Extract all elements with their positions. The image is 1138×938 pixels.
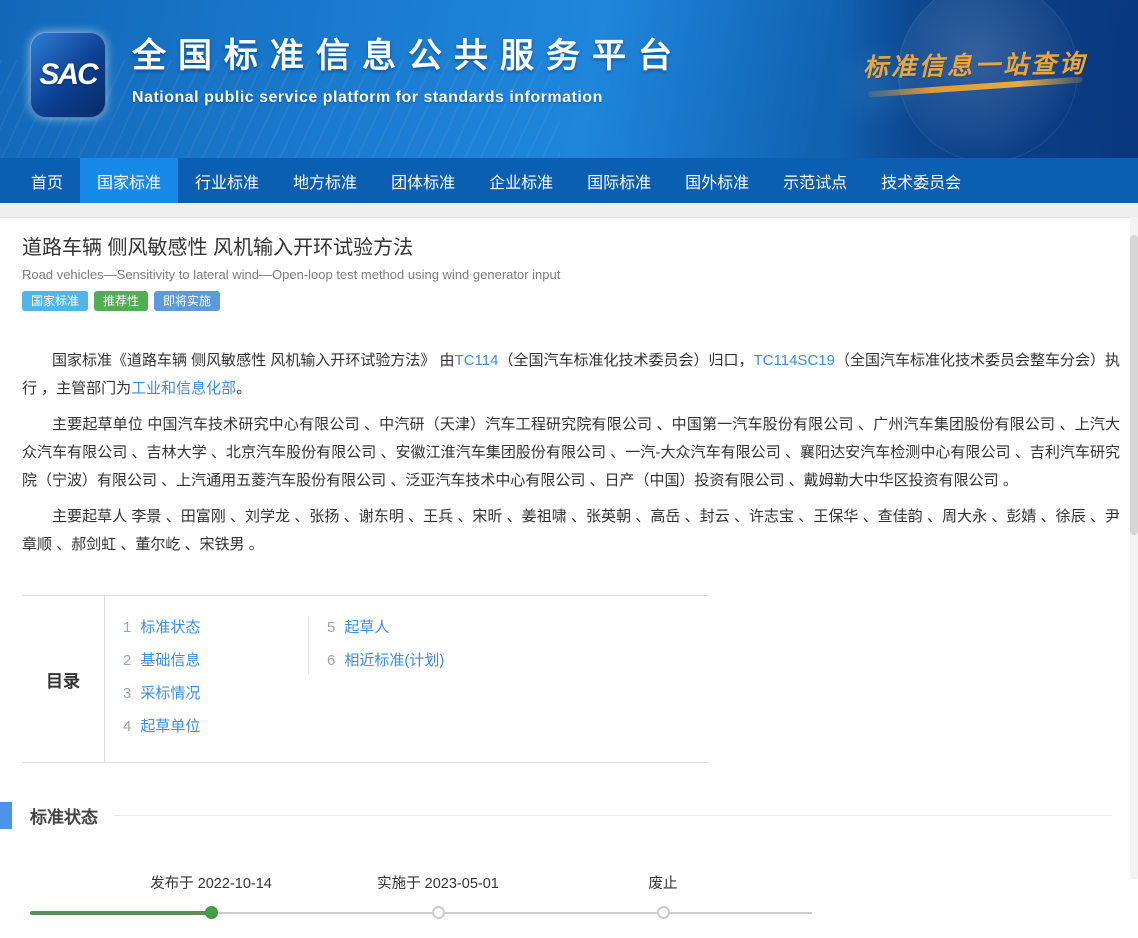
nav-item-technical-committees[interactable]: 技术委员会 bbox=[864, 158, 978, 203]
nav-item-foreign-standards[interactable]: 国外标准 bbox=[668, 158, 766, 203]
toc-item-drafting-units[interactable]: 4 起草单位 bbox=[123, 715, 308, 736]
toc-item-number: 2 bbox=[123, 652, 132, 670]
content-panel: 道路车辆 侧风敏感性 风机输入开环试验方法 Road vehicles—Sens… bbox=[0, 217, 1138, 920]
nav-item-industry-standards[interactable]: 行业标准 bbox=[178, 158, 276, 203]
toc-item-link[interactable]: 采标情况 bbox=[140, 685, 200, 702]
timeline-progress bbox=[30, 911, 211, 916]
status-section-header: 标准状态 bbox=[0, 802, 1120, 830]
toc-item-number: 6 bbox=[327, 652, 336, 670]
nav-item-pilot-programs[interactable]: 示范试点 bbox=[766, 158, 864, 203]
toc-columns: 1 标准状态 2 基础信息 3 采标情况 4 起草单位 5 起草人 6 相近标准(计划) bbox=[105, 596, 708, 762]
toc-item-link[interactable]: 基础信息 bbox=[140, 652, 200, 669]
timeline-node-abolished[interactable] bbox=[657, 906, 670, 920]
toc-box: 目录 1 标准状态 2 基础信息 3 采标情况 4 起草单位 5 起草人 6 相近标准(计划… bbox=[22, 595, 708, 764]
toc-column-1: 1 标准状态 2 基础信息 3 采标情况 4 起草单位 bbox=[123, 616, 308, 748]
toc-item-number: 3 bbox=[123, 685, 132, 703]
toc-item-link[interactable]: 起草单位 bbox=[140, 718, 200, 735]
tc114sc19-link[interactable]: TC114SC19 bbox=[754, 352, 835, 369]
site-header: SAC 全国标准信息公共服务平台 National public service… bbox=[0, 0, 1138, 158]
nav-item-international-standards[interactable]: 国际标准 bbox=[570, 158, 668, 203]
sac-logo-text: SAC bbox=[39, 58, 98, 91]
section-accent-bar bbox=[0, 802, 12, 830]
standard-title-zh: 道路车辆 侧风敏感性 风机输入开环试验方法 bbox=[22, 237, 414, 259]
toc-column-2: 5 起草人 6 相近标准(计划) bbox=[327, 616, 444, 748]
standard-title-en: Road vehicles—Sensitivity to lateral win… bbox=[22, 267, 561, 282]
intro-mid1: （全国汽车标准化技术委员会）归口， bbox=[498, 352, 754, 370]
drafting-units-paragraph: 主要起草单位 中国汽车技术研究中心有限公司 、中汽研（天津）汽车工程研究院有限公… bbox=[22, 416, 1120, 490]
vertical-scrollbar[interactable] bbox=[1130, 217, 1138, 879]
intro-prefix: 国家标准《道路车辆 侧风敏感性 风机输入开环试验方法》 由 bbox=[52, 352, 455, 370]
toc-item-number: 5 bbox=[327, 619, 336, 637]
badge-row: 国家标准 推荐性 即将实施 bbox=[22, 291, 1120, 312]
timeline-label-implemented: 实施于 2023-05-01 bbox=[377, 876, 499, 893]
nav-item-enterprise-standards[interactable]: 企业标准 bbox=[472, 158, 570, 203]
timeline-node-published[interactable] bbox=[205, 906, 218, 920]
badge-to-be-implemented: 即将实施 bbox=[154, 291, 221, 312]
site-title-block: 全国标准信息公共服务平台 National public service pla… bbox=[132, 28, 684, 107]
timeline-node-implemented[interactable] bbox=[432, 906, 445, 920]
site-subtitle: National public service platform for sta… bbox=[132, 89, 603, 106]
toc-item-number: 4 bbox=[123, 718, 132, 736]
main-nav: 首页 国家标准 行业标准 地方标准 团体标准 企业标准 国际标准 国外标准 示范… bbox=[0, 158, 1138, 203]
nav-item-local-standards[interactable]: 地方标准 bbox=[276, 158, 374, 203]
nav-item-group-standards[interactable]: 团体标准 bbox=[374, 158, 472, 203]
toc-label: 目录 bbox=[22, 596, 105, 763]
section-divider-line bbox=[114, 815, 1112, 817]
toc-column-divider bbox=[308, 616, 309, 675]
toc-item-link[interactable]: 标准状态 bbox=[140, 619, 200, 636]
sac-logo[interactable]: SAC bbox=[30, 32, 106, 118]
timeline-label-published: 发布于 2022-10-14 bbox=[150, 876, 272, 893]
toc-item-link[interactable]: 相近标准(计划) bbox=[344, 652, 444, 669]
intro-suffix: 。 bbox=[236, 380, 252, 398]
toc-item-standard-status[interactable]: 1 标准状态 bbox=[123, 616, 308, 637]
status-section-title: 标准状态 bbox=[30, 808, 98, 828]
drafters-paragraph: 主要起草人 李景 、田富刚 、刘学龙 、张扬 、谢东明 、王兵 、宋昕 、姜祖啸… bbox=[22, 508, 1120, 554]
nav-item-national-standards[interactable]: 国家标准 bbox=[80, 158, 179, 203]
toc-item-basic-info[interactable]: 2 基础信息 bbox=[123, 649, 308, 670]
toc-item-link[interactable]: 起草人 bbox=[344, 619, 389, 636]
site-title: 全国标准信息公共服务平台 bbox=[132, 37, 684, 75]
toc-item-adoption-status[interactable]: 3 采标情况 bbox=[123, 682, 308, 703]
nav-item-home[interactable]: 首页 bbox=[14, 158, 80, 203]
tc114-link[interactable]: TC114 bbox=[455, 352, 499, 369]
miit-link[interactable]: 工业和信息化部 bbox=[131, 380, 236, 397]
toc-item-drafters[interactable]: 5 起草人 bbox=[327, 616, 444, 637]
header-content-separator bbox=[0, 203, 1138, 217]
toc-item-similar-standards[interactable]: 6 相近标准(计划) bbox=[327, 649, 444, 670]
intro-paragraph: 国家标准《道路车辆 侧风敏感性 风机输入开环试验方法》 由TC114（全国汽车标… bbox=[22, 347, 1120, 403]
badge-recommended: 推荐性 bbox=[94, 291, 149, 312]
timeline-label-abolished: 废止 bbox=[648, 876, 678, 893]
scrollbar-thumb[interactable] bbox=[1130, 235, 1138, 535]
toc-item-number: 1 bbox=[123, 619, 132, 637]
badge-national-standard: 国家标准 bbox=[22, 291, 89, 312]
